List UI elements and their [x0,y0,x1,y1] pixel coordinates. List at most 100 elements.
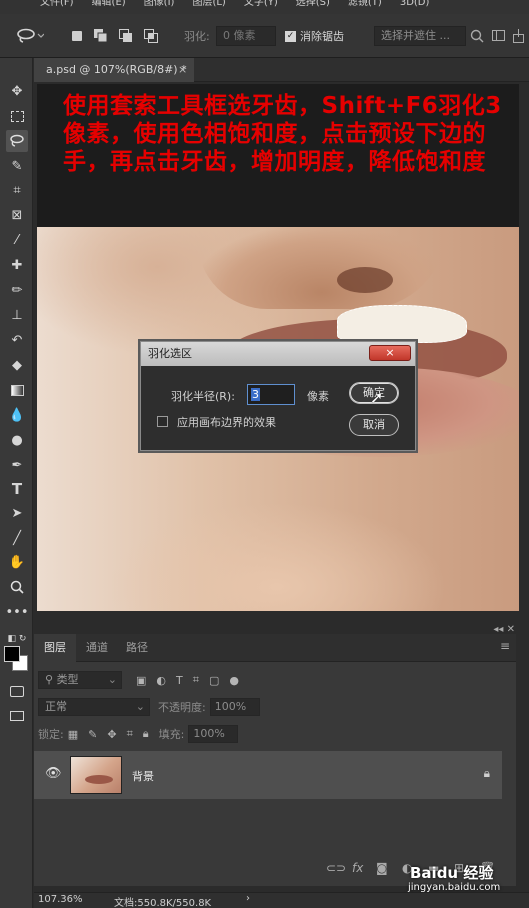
layer-lock-icon: 🔒︎ [483,766,490,780]
tab-paths[interactable]: 路径 [116,634,158,662]
history-brush-tool-icon[interactable]: ↶ [6,329,28,351]
document-tab-title: a.psd @ 107%(RGB/8#) * [46,63,187,76]
lock-image-icon[interactable]: ✎ [88,728,97,741]
menu-type[interactable]: 文字(Y) [244,0,278,14]
blur-tool-icon[interactable]: 💧 [6,404,28,426]
subtract-selection-icon [119,29,132,42]
lock-all-icon[interactable]: 🔒︎ [143,727,149,741]
dodge-tool-icon[interactable]: ● [6,429,28,451]
move-tool-icon[interactable]: ✥ [6,80,28,102]
layer-row[interactable]: 👁︎ 背景 🔒︎ [34,751,502,799]
more-tools-icon[interactable]: ••• [6,601,29,623]
layer-thumbnail [70,756,122,794]
intersect-selection-button[interactable] [144,14,158,58]
status-menu-icon[interactable]: › [246,893,250,904]
status-bar: 107.36% 文档:550.8K/550.8K › [34,892,529,908]
zoom-level[interactable]: 107.36% [38,894,83,905]
menu-3d[interactable]: 3D(D) [400,0,430,14]
menu-select[interactable]: 选择(S) [296,0,330,14]
hand-tool-icon[interactable]: ✋ [6,551,28,573]
select-and-mask-button[interactable]: 选择并遮住 ... [374,26,466,46]
brush-tool-icon[interactable]: ✏ [6,279,28,301]
instruction-text: 使用套索工具框选牙齿，Shift+F6羽化3像素，使用色相饱和度，点击预设下边的… [63,93,502,175]
feather-radius-input[interactable]: 3 [247,384,295,405]
feather-radius-label: 羽化半径(R): [171,390,235,403]
workspace-icon [492,30,505,41]
document-tab[interactable]: a.psd @ 107%(RGB/8#) * [34,58,194,82]
menu-layer[interactable]: 图层(L) [192,0,225,14]
gradient-tool-icon[interactable] [6,379,28,401]
share-button[interactable] [513,14,525,58]
lock-position-icon[interactable]: ✥ [107,728,116,741]
lasso-preset-picker[interactable] [16,14,44,58]
layer-filter-select[interactable]: ⚲ 类型 ⌄ [38,671,122,689]
cancel-button[interactable]: 取消 [349,414,399,436]
menu-image[interactable]: 图像(I) [144,0,175,14]
crop-tool-icon[interactable]: ⌗ [6,179,28,201]
lock-artboard-icon[interactable]: ⌗ [127,727,133,741]
menu-filter[interactable]: 滤镜(T) [348,0,382,14]
antialias-checkbox[interactable]: ✓ [285,30,296,42]
document-tab-bar: a.psd @ 107%(RGB/8#) * × [34,58,529,82]
lock-transparent-icon[interactable]: ▦ [68,728,78,741]
type-filter-icon[interactable]: T [176,674,183,687]
menu-edit[interactable]: 编辑(E) [92,0,126,14]
frame-tool-icon[interactable]: ⊠ [6,204,28,226]
tab-channels[interactable]: 通道 [76,634,118,662]
apply-edges-checkbox[interactable] [157,416,168,427]
panel-menu-icon[interactable]: ≡ [500,639,510,653]
options-bar: 羽化: 0 像素 ✓ 消除锯齿 选择并遮住 ... [0,14,529,58]
screen-mode-icon[interactable] [6,705,28,727]
lasso-icon [17,28,44,43]
panel-tabs: 图层 通道 路径 ≡ [34,634,516,662]
fill-input[interactable]: 100% [188,725,239,743]
menu-bar: 文件(F) 编辑(E) 图像(I) 图层(L) 文字(Y) 选择(S) 滤镜(T… [0,0,529,14]
pixel-filter-icon[interactable]: ▣ [136,674,146,687]
search-icon [470,29,484,43]
opacity-label: 不透明度: [158,701,206,714]
quick-select-tool-icon[interactable]: ✎ [6,155,28,177]
healing-brush-tool-icon[interactable]: ✚ [6,254,28,276]
add-mask-icon[interactable]: ◙ [376,861,388,875]
apply-edges-label: 应用画布边界的效果 [177,416,276,429]
type-tool-icon[interactable]: T [6,478,28,500]
tab-layers[interactable]: 图层 [34,634,76,662]
new-selection-button[interactable] [72,14,82,58]
link-layers-icon[interactable]: ⊂⊃ [326,861,346,875]
quick-mask-icon[interactable] [6,680,28,702]
lasso-tool-icon[interactable] [6,130,28,152]
dialog-close-icon[interactable]: × [369,345,411,361]
zoom-tool-icon[interactable] [6,576,28,598]
visibility-eye-icon[interactable]: 👁︎ [45,766,62,781]
new-selection-icon [72,31,82,41]
menu-file[interactable]: 文件(F) [40,0,74,14]
layer-name: 背景 [132,770,154,783]
dialog-title-text: 羽化选区 [148,347,192,360]
shape-filter-icon[interactable]: ⌗ [193,673,199,687]
blend-mode-select[interactable]: 正常 ⌄ [38,698,150,716]
teeth-selection [337,305,467,343]
document-close-icon[interactable]: × [178,58,187,82]
workspace-button[interactable] [492,14,506,58]
add-selection-button[interactable] [94,14,108,58]
filter-toggle-icon[interactable]: ● [229,674,239,687]
line-tool-icon[interactable]: ╱ [6,527,28,549]
photo-nose [197,227,447,309]
stamp-tool-icon[interactable]: ⊥ [6,304,28,326]
path-select-tool-icon[interactable]: ➤ [6,502,28,524]
opacity-input[interactable]: 100% [209,698,260,716]
search-button[interactable] [470,14,484,58]
layer-style-icon[interactable]: fx [352,861,363,875]
layers-panel: 图层 通道 路径 ≡ ⚲ 类型 ⌄ ▣ ◐ T ⌗ ▢ ● 正常 ⌄ 不透明度: 1… [34,634,516,886]
foreground-color-swatch[interactable] [4,646,20,662]
marquee-tool-icon[interactable] [6,105,28,127]
lock-label: 锁定: [38,728,64,741]
adjustment-filter-icon[interactable]: ◐ [156,674,166,687]
smart-object-filter-icon[interactable]: ▢ [209,674,219,687]
tools-panel: ✥ ✎ ⌗ ⊠ ⁄ ✚ ✏ ⊥ ↶ ◆ 💧 ● ✒ T ➤ ╱ ✋ ••• ◧ … [0,58,33,908]
subtract-selection-button[interactable] [119,14,133,58]
feather-input[interactable]: 0 像素 [216,26,276,46]
pen-tool-icon[interactable]: ✒ [6,454,28,476]
eyedropper-tool-icon[interactable]: ⁄ [6,229,28,251]
eraser-tool-icon[interactable]: ◆ [6,354,28,376]
